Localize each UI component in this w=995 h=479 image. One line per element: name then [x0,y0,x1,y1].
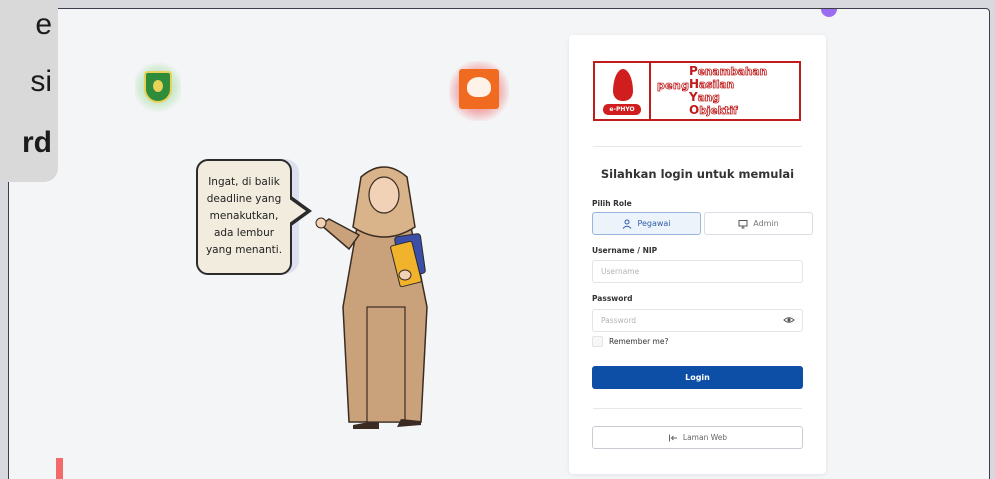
role-pegawai-button[interactable]: Pegawai [592,212,701,235]
brand-word: Objektif [689,103,738,117]
divider [593,408,802,409]
red-marker-bar [56,458,63,479]
purple-marker [821,9,837,17]
woman-illustration [315,166,428,429]
bubble-line: ada lembur [213,227,275,239]
bubble-line: yang menanti. [205,244,283,256]
brand-badge: e-PHYO [603,104,641,115]
login-title: Silahkan login untuk memulai [600,167,795,181]
arrow-left-bar-icon [668,434,677,441]
bubble-line: deadline yang [206,193,282,205]
brand-prefix: peng [657,79,690,93]
role-pegawai-label: Pegawai [637,219,671,228]
overlay-text: e [35,8,52,41]
laman-web-button[interactable]: Laman Web [592,426,803,449]
remember-checkbox[interactable] [592,336,603,347]
ephyo-logo: e-PHYO peng Penambahan Hasilan Yang Obje… [593,61,801,121]
monitor-icon [738,219,748,228]
password-label: Password [592,294,633,303]
role-admin-button[interactable]: Admin [704,212,813,235]
login-card: e-PHYO peng Penambahan Hasilan Yang Obje… [569,35,826,474]
overlay-text: rd [22,126,52,159]
speech-bubble: Ingat, di balik deadline yang menakutkan… [196,159,292,275]
brand-mark: e-PHYO [595,63,651,119]
bubble-line: menakutkan, [209,210,279,222]
agency-logo [449,61,509,121]
login-button[interactable]: Login [592,366,803,389]
overlay-slide-card: e si rd [0,0,58,182]
agency-emblem-icon [459,69,499,109]
username-label: Username / NIP [592,246,658,255]
regency-logo [135,61,181,113]
bubble-line: Ingat, di balik [208,176,280,188]
app-frame: Ingat, di balik deadline yang menakutkan… [8,8,990,479]
flame-icon [613,69,633,101]
overlay-text: si [30,65,52,98]
divider [593,146,802,147]
brand-word: Penambahan [689,64,768,78]
laman-web-label: Laman Web [682,433,728,442]
regency-shield-icon [144,71,172,103]
eye-icon[interactable] [783,314,795,326]
role-label: Pilih Role [592,199,632,208]
user-icon [623,219,632,229]
password-input[interactable] [592,309,803,332]
username-input[interactable] [592,260,803,283]
role-admin-label: Admin [753,219,779,228]
remember-label: Remember me? [609,337,669,346]
